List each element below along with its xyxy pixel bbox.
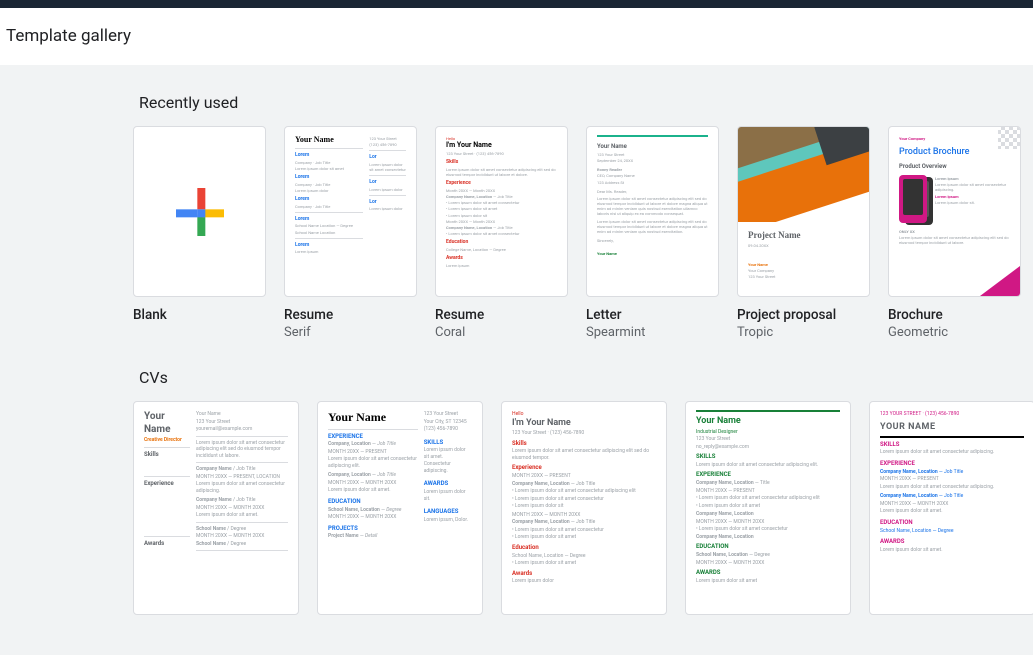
- thumb-label: Lorem: [295, 152, 363, 159]
- page-title: Template gallery: [0, 8, 1033, 65]
- plus-icon: [176, 188, 224, 236]
- thumb-name: Your Name: [295, 135, 363, 145]
- template-title: Resume: [284, 307, 417, 323]
- template-thumb[interactable]: Your Name Creative Director Skills Exper…: [133, 401, 299, 615]
- template-thumb[interactable]: Your Name Lorem Company · Job Title Lore…: [284, 126, 417, 297]
- template-thumb[interactable]: Hello I'm Your Name 123 Your Street · (1…: [501, 401, 667, 615]
- template-thumb[interactable]: Project Name 09.04.20XX Your Name Your C…: [737, 126, 870, 297]
- template-cv-modern[interactable]: 123 YOUR STREET · (123) 456-7890 YOUR NA…: [869, 401, 1033, 615]
- geometric-pattern: [998, 127, 1020, 149]
- template-title: Brochure: [888, 307, 1021, 323]
- template-cv-spearmint[interactable]: Your Name Industrial Designer 123 Your S…: [685, 401, 851, 615]
- template-project-proposal-tropic[interactable]: Project Name 09.04.20XX Your Name Your C…: [737, 126, 870, 340]
- template-title: Blank: [133, 307, 266, 323]
- geometric-triangle: [980, 266, 1020, 296]
- template-thumb[interactable]: Your Name Industrial Designer 123 Your S…: [685, 401, 851, 615]
- template-subtitle: Serif: [284, 325, 417, 340]
- template-resume-serif[interactable]: Your Name Lorem Company · Job Title Lore…: [284, 126, 417, 340]
- cvs-row: Your Name Creative Director Skills Exper…: [133, 401, 1033, 615]
- template-subtitle: Tropic: [737, 325, 870, 340]
- section-cvs-title: CVs: [139, 368, 1033, 387]
- template-cv-swiss[interactable]: Your Name Creative Director Skills Exper…: [133, 401, 299, 615]
- thumb-name: Your Name: [597, 143, 708, 151]
- template-title: Project proposal: [737, 307, 870, 323]
- template-thumb[interactable]: Your Name EXPERIENCE Company, Location —…: [317, 401, 483, 615]
- recently-used-row: Blank Your Name Lorem Company · Job Titl…: [133, 126, 1033, 340]
- template-resume-coral[interactable]: Hello I'm Your Name 123 Your Street · (1…: [435, 126, 568, 340]
- template-letter-spearmint[interactable]: Your Name 123 Your Street September 24, …: [586, 126, 719, 340]
- template-subtitle: Spearmint: [586, 325, 719, 340]
- template-title: Letter: [586, 307, 719, 323]
- template-thumb[interactable]: 123 YOUR STREET · (123) 456-7890 YOUR NA…: [869, 401, 1033, 615]
- thumb-name: I'm Your Name: [446, 141, 557, 150]
- template-cv-serif[interactable]: Your Name EXPERIENCE Company, Location —…: [317, 401, 483, 615]
- tropic-art: [738, 127, 869, 222]
- template-brochure-geometric[interactable]: Your Company Product Brochure Product Ov…: [888, 126, 1021, 340]
- brochure-title: Product Brochure: [899, 147, 1010, 159]
- template-subtitle: Coral: [435, 325, 568, 340]
- gallery-body: Recently used Blank: [0, 65, 1033, 655]
- template-title: Resume: [435, 307, 568, 323]
- template-thumb[interactable]: Your Company Product Brochure Product Ov…: [888, 126, 1021, 297]
- thumb-name: Your Name: [328, 410, 418, 426]
- template-thumb[interactable]: Your Name 123 Your Street September 24, …: [586, 126, 719, 297]
- template-blank[interactable]: Blank: [133, 126, 266, 340]
- template-thumb[interactable]: Hello I'm Your Name 123 Your Street · (1…: [435, 126, 568, 297]
- window-topbar: [0, 0, 1033, 8]
- template-subtitle: Geometric: [888, 325, 1021, 340]
- thumb-project-name: Project Name: [748, 230, 859, 242]
- template-cv-coral[interactable]: Hello I'm Your Name 123 Your Street · (1…: [501, 401, 667, 615]
- template-thumb-blank[interactable]: [133, 126, 266, 297]
- section-recently-used-title: Recently used: [139, 93, 1033, 112]
